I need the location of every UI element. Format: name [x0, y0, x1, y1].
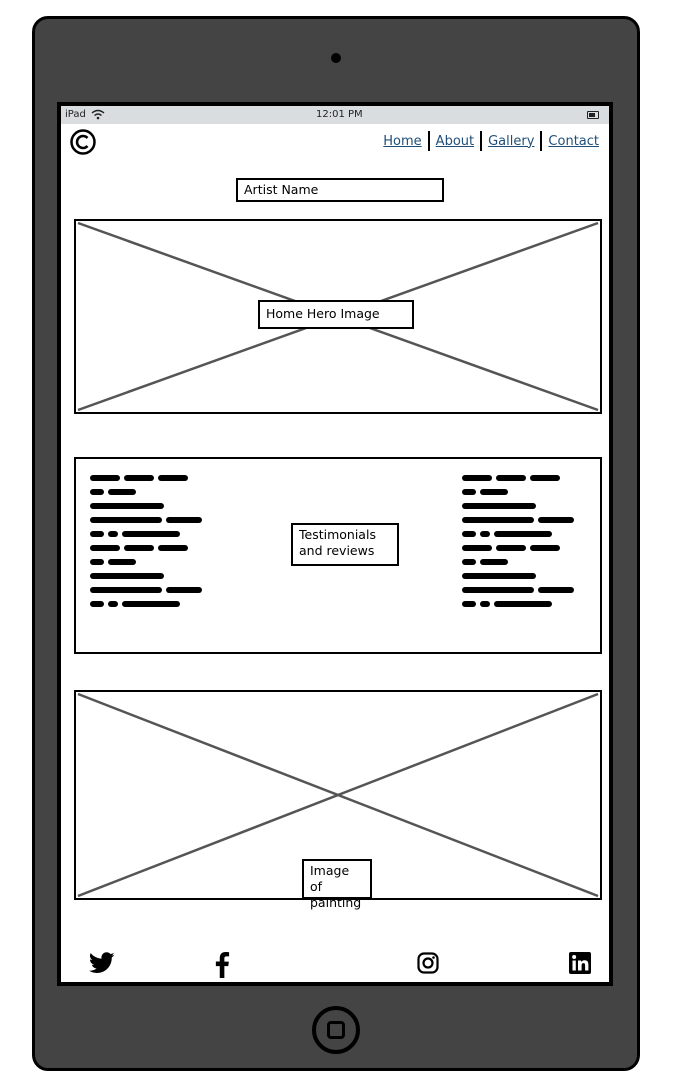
painting-image-label: Image of painting [302, 859, 372, 910]
instagram-icon[interactable] [417, 952, 439, 974]
nav-home-link[interactable]: Home [379, 134, 425, 149]
painting-label-line1: Image of [310, 863, 350, 894]
painting-label-line2: painting [310, 895, 362, 910]
device-name: iPad [65, 109, 86, 120]
artist-name: Artist Name [236, 178, 444, 202]
testimonials-label-line1: Testimonials [299, 527, 376, 542]
nav-contact-link[interactable]: Contact [544, 134, 603, 149]
twitter-icon[interactable] [89, 952, 115, 974]
status-bar: iPad 12:01 PM [61, 106, 609, 124]
testimonial-text-right [462, 475, 574, 615]
nav-gallery-link[interactable]: Gallery [484, 134, 538, 149]
facebook-icon[interactable] [214, 952, 230, 978]
testimonial-text-left [90, 475, 202, 615]
linkedin-icon[interactable] [569, 952, 591, 974]
hero-image-label: Home Hero Image [258, 300, 414, 329]
nav-about-link[interactable]: About [432, 134, 478, 149]
testimonials-label-line2: and reviews [299, 543, 375, 558]
battery-icon [587, 111, 599, 119]
nav-divider [540, 131, 543, 151]
testimonials-label: Testimonials and reviews [291, 523, 399, 566]
home-button[interactable] [312, 1006, 360, 1054]
nav-divider [480, 131, 483, 151]
nav-divider [427, 131, 430, 151]
copyright-icon[interactable] [69, 128, 97, 156]
screen: iPad 12:01 PM Home About Gallery Contact Ar… [57, 102, 613, 986]
status-time: 12:01 PM [316, 109, 363, 120]
main-nav: Home About Gallery Contact [379, 131, 603, 151]
wifi-icon [91, 109, 105, 120]
camera-icon [331, 53, 341, 63]
